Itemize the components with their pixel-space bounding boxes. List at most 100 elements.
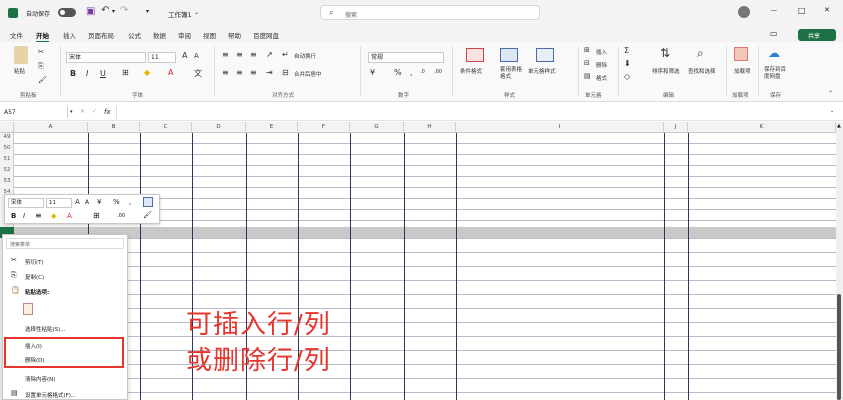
column-header-d[interactable]: D (192, 122, 246, 133)
undo-icon[interactable]: ↶ (101, 5, 109, 16)
cancel-entry-icon[interactable]: ✕ (80, 108, 85, 115)
row-header-53[interactable]: 53 (0, 178, 14, 184)
baidu-save-label[interactable]: 保存到百度网盘 (764, 67, 786, 81)
tab-data[interactable]: 数据 (153, 30, 166, 40)
column-header-a[interactable]: A (14, 122, 88, 133)
align-right-icon[interactable]: ≡ (250, 68, 257, 77)
currency-icon[interactable]: ¥ (370, 68, 375, 77)
tab-review[interactable]: 审阅 (178, 30, 191, 40)
share-button[interactable]: 共享 (798, 29, 836, 41)
redo-icon[interactable]: ↷ (120, 5, 128, 16)
font-size-select[interactable]: 11 (148, 52, 176, 63)
comment-icon[interactable]: ▭ (770, 29, 778, 38)
addins-label[interactable]: 加载项 (734, 67, 751, 75)
autosave-toggle[interactable] (58, 8, 76, 17)
wrap-text-icon[interactable]: ↵ (282, 50, 289, 59)
increase-font-icon[interactable]: A (182, 51, 187, 60)
cut-icon[interactable]: ✂ (38, 48, 44, 56)
delete-cells-icon[interactable]: ⊟ (584, 59, 590, 67)
sort-filter-icon[interactable]: ⇅ (660, 46, 670, 60)
format-cells-icon[interactable]: ▤ (584, 72, 591, 80)
insert-function-icon[interactable]: fx (104, 108, 111, 116)
column-header-g[interactable]: G (350, 122, 404, 133)
tab-baidu[interactable]: 百度网盘 (253, 30, 279, 40)
row-header-50[interactable]: 50 (0, 145, 14, 151)
paste-label[interactable]: 粘贴 (14, 67, 25, 75)
menu-item-cut[interactable]: 剪切(T) (25, 258, 44, 266)
number-format-select[interactable]: 常规 (368, 52, 444, 63)
addins-icon[interactable] (734, 47, 748, 61)
wrap-text-label[interactable]: 自动换行 (294, 52, 316, 60)
mini-decrease-font-icon[interactable]: A (85, 199, 89, 206)
search-box[interactable]: ⌕ 搜索 (320, 5, 540, 20)
find-select-label[interactable]: 查找和选择 (688, 67, 716, 75)
context-search-box[interactable]: 搜索菜单 (6, 238, 124, 249)
column-header-c[interactable]: C (140, 122, 192, 133)
mini-bold-icon[interactable]: B (11, 212, 16, 220)
workbook-title[interactable]: 工作簿1 (168, 9, 192, 19)
formula-input[interactable] (116, 106, 828, 119)
minimize-button[interactable]: — (771, 7, 777, 14)
menu-item-format-cells[interactable]: 设置单元格格式(F)... (25, 391, 76, 399)
mini-increase-font-icon[interactable]: A (75, 198, 80, 206)
tab-formulas[interactable]: 公式 (128, 30, 141, 40)
format-as-table-icon[interactable] (500, 48, 518, 62)
format-painter-icon[interactable]: 🖌 (38, 76, 47, 84)
percent-icon[interactable]: % (394, 68, 402, 77)
name-box-dropdown-icon[interactable]: ▾ (70, 109, 73, 115)
expand-formula-icon[interactable]: ⌄ (830, 108, 834, 114)
name-box[interactable]: A57 (4, 107, 68, 118)
insert-cells-label[interactable]: 插入 (596, 48, 607, 56)
save-icon[interactable]: ▣ (86, 6, 95, 17)
delete-cells-label[interactable]: 删除 (596, 61, 607, 69)
tab-view[interactable]: 视图 (203, 30, 216, 40)
column-header-k[interactable]: K (688, 122, 836, 133)
copy-icon[interactable]: ⎘ (38, 62, 44, 71)
column-header-b[interactable]: B (88, 122, 140, 133)
align-middle-icon[interactable]: ≡ (236, 50, 243, 59)
align-top-icon[interactable]: ≡ (222, 50, 229, 59)
tab-page-layout[interactable]: 页面布局 (88, 30, 114, 40)
tab-insert[interactable]: 插入 (63, 30, 76, 40)
fill-icon[interactable]: ⬇ (624, 59, 631, 68)
mini-font-name[interactable]: 宋体 (8, 198, 44, 208)
undo-dropdown-icon[interactable]: ▾ (112, 8, 115, 15)
mini-percent-icon[interactable]: % (113, 198, 120, 206)
close-button[interactable]: ✕ (824, 6, 830, 14)
menu-item-clear-contents[interactable]: 清除内容(N) (25, 375, 55, 383)
insert-cells-icon[interactable]: ⊞ (584, 46, 590, 54)
paste-icon[interactable] (14, 46, 28, 64)
paste-option-clipboard-icon[interactable] (23, 303, 33, 315)
bold-icon[interactable]: B (70, 69, 76, 78)
scrollbar-thumb[interactable] (837, 294, 841, 400)
mini-table-icon[interactable] (143, 197, 153, 207)
format-cells-label[interactable]: 格式 (596, 74, 607, 82)
conditional-format-icon[interactable] (466, 48, 484, 62)
mini-painter-icon[interactable]: 🖌 (143, 211, 152, 219)
font-name-select[interactable]: 宋体 (66, 52, 146, 63)
border-icon[interactable]: ⊞ (122, 68, 129, 77)
indent-icon[interactable]: ⇥ (266, 68, 273, 77)
confirm-entry-icon[interactable]: ✓ (92, 108, 97, 115)
mini-italic-icon[interactable]: I (23, 212, 25, 220)
column-header-h[interactable]: H (404, 122, 456, 133)
autosum-icon[interactable]: Σ (624, 46, 629, 55)
mini-border-icon[interactable]: ⊞ (93, 211, 100, 220)
row-header-51[interactable]: 51 (0, 156, 14, 162)
cell-styles-label[interactable]: 单元格样式 (528, 67, 556, 75)
tab-help[interactable]: 帮助 (228, 30, 241, 40)
vertical-scrollbar[interactable]: ▲ (836, 122, 843, 400)
mini-align-icon[interactable]: ≡ (35, 211, 42, 220)
customize-qat-icon[interactable]: ▾ (146, 8, 149, 15)
restore-button[interactable]: □ (798, 6, 806, 15)
scroll-up-icon[interactable]: ▲ (837, 123, 841, 129)
column-header-j[interactable]: J (664, 122, 688, 133)
merge-center-label[interactable]: 合并后居中 (294, 70, 322, 78)
baidu-save-icon[interactable]: ☁ (768, 46, 780, 60)
row-header-49[interactable]: 49 (0, 134, 14, 140)
align-bottom-icon[interactable]: ≡ (250, 50, 257, 59)
mini-font-color-icon[interactable]: A (67, 212, 72, 220)
mini-font-size[interactable]: 11 (46, 198, 72, 208)
fill-color-icon[interactable]: ◆ (144, 68, 150, 77)
menu-item-paste-special[interactable]: 选择性粘贴(S)... (25, 325, 66, 333)
